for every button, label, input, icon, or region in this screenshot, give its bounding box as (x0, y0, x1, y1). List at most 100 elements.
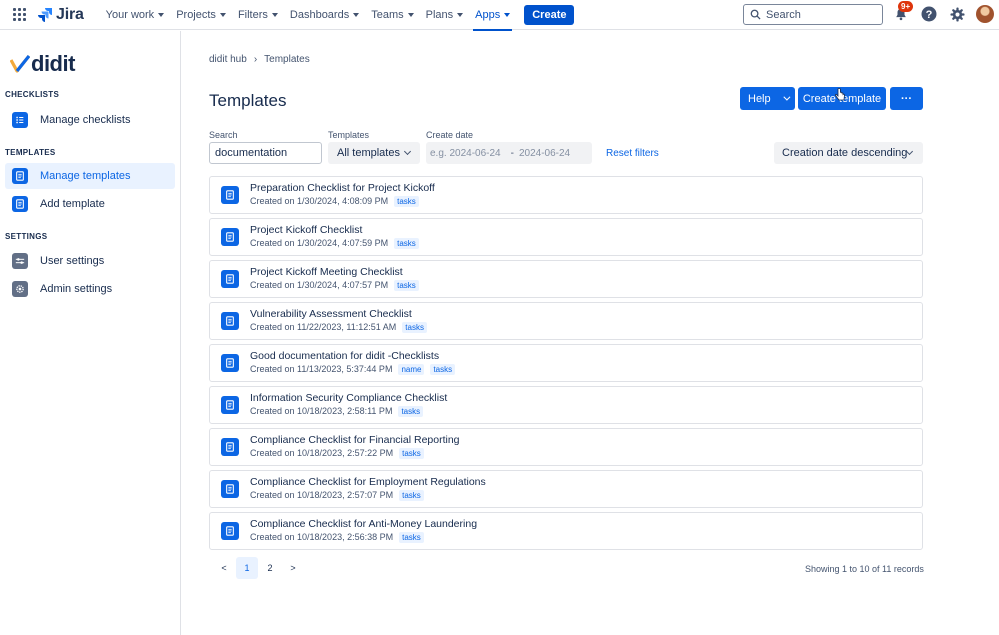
create-button[interactable]: Create (524, 4, 575, 25)
chevron-down-icon (403, 147, 412, 156)
sidebar-section-templates: TEMPLATES (5, 148, 56, 157)
date-range-picker[interactable]: e.g. 2024-06-24 - 2024-06-24 (426, 142, 592, 164)
template-row[interactable]: Vulnerability Assessment Checklist Create… (209, 302, 923, 340)
template-row-text: Preparation Checklist for Project Kickof… (250, 182, 435, 208)
template-row-text: Vulnerability Assessment Checklist Create… (250, 308, 427, 334)
template-row-text: Information Security Compliance Checklis… (250, 392, 447, 418)
template-row[interactable]: Compliance Checklist for Employment Regu… (209, 470, 923, 508)
top-right-icons: 9+ ? (892, 1, 994, 23)
sidebar-item-add-template[interactable]: Add template (5, 191, 175, 217)
nav-item-apps[interactable]: Apps (469, 0, 516, 31)
nav-item-projects[interactable]: Projects (170, 0, 232, 30)
nav-item-label: Dashboards (289, 8, 350, 21)
template-title: Information Security Compliance Checklis… (250, 392, 448, 404)
template-created: Created on 10/18/2023, 2:57:07 PM (250, 490, 394, 500)
sidebar-section-settings: SETTINGS (5, 232, 48, 241)
template-created: Created on 1/30/2024, 4:08:09 PM (250, 196, 389, 206)
template-icon (221, 228, 239, 246)
didit-logo: didit (10, 51, 75, 77)
templates-filter-select[interactable]: All templates (328, 142, 420, 164)
template-row-text: Project Kickoff Meeting Checklist Created… (250, 266, 419, 292)
page-2-button[interactable]: 2 (259, 557, 281, 579)
nav-item-your-work[interactable]: Your work (100, 0, 171, 30)
help-icon: ? (921, 6, 937, 22)
template-created: Created on 11/22/2023, 11:12:51 AM (250, 322, 397, 332)
page-title: Templates (209, 91, 287, 110)
gear-icon (12, 281, 28, 297)
sidebar-item-label: Manage templates (40, 170, 131, 182)
search-input[interactable] (766, 8, 876, 21)
template-icon (221, 312, 239, 330)
template-title: Vulnerability Assessment Checklist (250, 308, 412, 320)
nav-item-filters[interactable]: Filters (232, 0, 284, 30)
template-row[interactable]: Information Security Compliance Checklis… (209, 386, 923, 424)
jira-logo[interactable]: Jira (37, 6, 84, 24)
breadcrumb-current[interactable]: Templates (264, 54, 310, 65)
template-row[interactable]: Preparation Checklist for Project Kickof… (209, 176, 923, 214)
template-search-input[interactable] (209, 142, 322, 164)
sort-value: Creation date descending (782, 147, 908, 159)
chevron-down-icon (219, 12, 226, 17)
help-button-label: Help (748, 92, 771, 105)
tag-badge: tasks (399, 448, 424, 459)
sidebar-item-label: Manage checklists (40, 114, 131, 126)
list-icon (12, 112, 28, 128)
template-title: Compliance Checklist for Anti-Money Laun… (250, 518, 478, 530)
template-row[interactable]: Compliance Checklist for Anti-Money Laun… (209, 512, 923, 550)
date-range-separator: - (510, 147, 514, 159)
sort-select[interactable]: Creation date descending (774, 142, 923, 164)
chevron-down-icon (407, 12, 414, 17)
template-title: Good documentation for didit -Checklists (250, 350, 440, 362)
reset-filters-link[interactable]: Reset filters (606, 148, 659, 159)
help-button[interactable]: ? (920, 5, 938, 23)
sidebar-item-user-settings[interactable]: User settings (5, 248, 175, 274)
date-from-placeholder[interactable]: e.g. 2024-06-24 (430, 148, 501, 159)
template-icon (221, 186, 239, 204)
sidebar-item-admin-settings[interactable]: Admin settings (5, 276, 175, 302)
global-search[interactable] (743, 4, 883, 25)
next-page-button[interactable]: > (282, 557, 304, 579)
date-to-placeholder[interactable]: 2024-06-24 (519, 148, 570, 159)
sidebar-item-manage-templates[interactable]: Manage templates (5, 163, 175, 189)
tag-badge: tasks (394, 280, 419, 291)
app-switcher-icon[interactable] (13, 7, 27, 22)
template-row-text: Compliance Checklist for Employment Regu… (250, 476, 486, 502)
didit-checkmark-icon (10, 55, 30, 73)
breadcrumb-separator: › (253, 54, 258, 65)
tag-badge: tasks (399, 490, 424, 501)
nav-item-plans[interactable]: Plans (420, 0, 470, 30)
template-row[interactable]: Compliance Checklist for Financial Repor… (209, 428, 923, 466)
template-row[interactable]: Project Kickoff Checklist Created on 1/30… (209, 218, 923, 256)
prev-page-button[interactable]: < (213, 557, 235, 579)
templates-filter-value: All templates (337, 147, 400, 159)
template-row[interactable]: Project Kickoff Meeting Checklist Created… (209, 260, 923, 298)
template-icon (221, 438, 239, 456)
page-1-button[interactable]: 1 (236, 557, 258, 579)
sidebar-item-label: User settings (40, 255, 105, 267)
template-row[interactable]: Good documentation for didit -Checklists… (209, 344, 923, 382)
tag-badge: tasks (398, 406, 424, 417)
records-summary: Showing 1 to 10 of 11 records (805, 564, 924, 574)
notifications-button[interactable]: 9+ (892, 1, 914, 23)
template-title: Compliance Checklist for Financial Repor… (250, 434, 460, 446)
nav-item-dashboards[interactable]: Dashboards (284, 0, 365, 30)
more-actions-button[interactable]: ··· (890, 87, 923, 110)
tag-badge: tasks (394, 238, 419, 249)
template-icon (12, 168, 28, 184)
templates-filter-label: Templates (328, 130, 370, 140)
nav-item-label: Apps (475, 8, 501, 21)
nav-item-teams[interactable]: Teams (365, 0, 419, 30)
template-icon (221, 522, 239, 540)
settings-button[interactable] (948, 5, 966, 23)
breadcrumb-root[interactable]: didit hub (209, 54, 247, 65)
jira-wordmark: Jira (56, 5, 84, 23)
template-icon (221, 354, 239, 372)
help-dropdown-button[interactable]: Help (740, 87, 795, 110)
sidebar-item-manage-checklists[interactable]: Manage checklists (5, 107, 175, 133)
tag-badge: tasks (394, 196, 419, 207)
template-meta: Created on 10/18/2023, 2:58:11 PM tasks (250, 405, 447, 418)
template-meta: Created on 1/30/2024, 4:07:59 PM tasks (250, 237, 419, 250)
user-avatar[interactable] (976, 5, 994, 23)
sliders-icon (12, 253, 28, 269)
template-meta: Created on 1/30/2024, 4:08:09 PM tasks (250, 195, 435, 208)
